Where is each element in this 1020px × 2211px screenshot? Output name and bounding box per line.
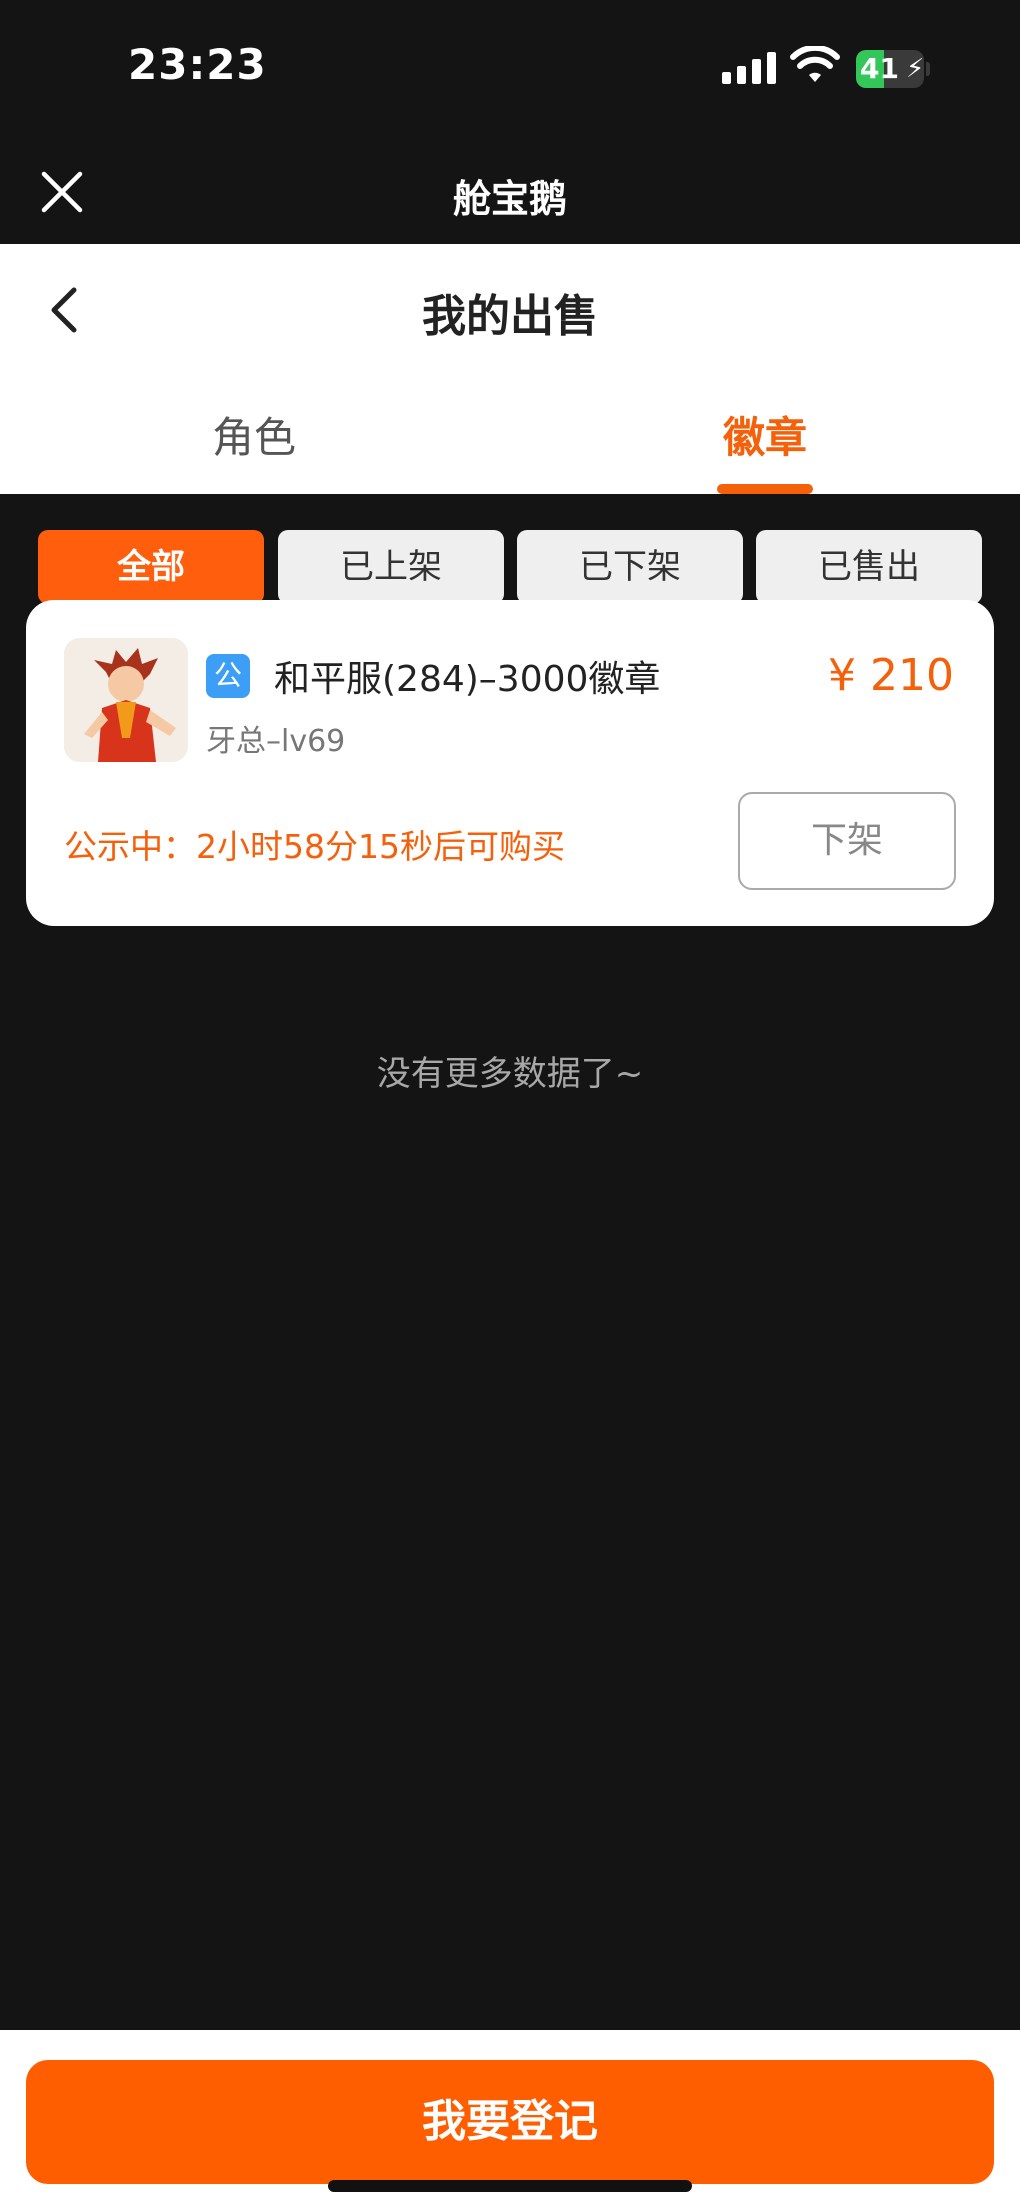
register-button[interactable]: 我要登记 (26, 2060, 994, 2184)
charging-bolt-icon: ⚡ (906, 54, 924, 84)
signal-icon (722, 52, 776, 84)
miniapp-bar: 舱宝鹅 (0, 140, 1020, 244)
page-title: 我的出售 (422, 291, 598, 342)
listing-card[interactable]: 公 和平服(284)–3000徽章 ¥ 210 牙总–lv69 公示中：2小时5… (26, 600, 994, 926)
wifi-icon (790, 46, 840, 82)
miniapp-title: 舱宝鹅 (452, 177, 567, 221)
seller-name: 牙总–lv69 (206, 724, 346, 759)
game-avatar (64, 638, 188, 762)
status-bar: 23:23 41 ⚡ (0, 0, 1020, 140)
page-header: 我的出售 角色 徽章 (0, 244, 1020, 494)
filter-delisted[interactable]: 已下架 (517, 530, 743, 604)
listing-price: ¥ 210 (828, 650, 954, 701)
filter-listed[interactable]: 已上架 (278, 530, 504, 604)
no-more-data-text: 没有更多数据了~ (376, 1054, 644, 1094)
listing-title: 和平服(284)–3000徽章 (274, 659, 661, 700)
tab-active-indicator (717, 484, 813, 494)
battery-percent: 41 (860, 52, 899, 85)
tab-badges[interactable]: 徽章 (665, 404, 865, 465)
home-indicator (328, 2180, 692, 2192)
filter-all[interactable]: 全部 (38, 530, 264, 604)
status-time: 23:23 (128, 40, 267, 89)
delist-button[interactable]: 下架 (738, 792, 956, 890)
tab-roles[interactable]: 角色 (154, 404, 354, 465)
battery-icon: 41 ⚡ (856, 50, 930, 88)
filter-sold[interactable]: 已售出 (756, 530, 982, 604)
filter-row: 全部 已上架 已下架 已售出 (38, 530, 982, 604)
public-tag: 公 (206, 654, 250, 698)
countdown-text: 公示中：2小时58分15秒后可购买 (64, 827, 565, 866)
